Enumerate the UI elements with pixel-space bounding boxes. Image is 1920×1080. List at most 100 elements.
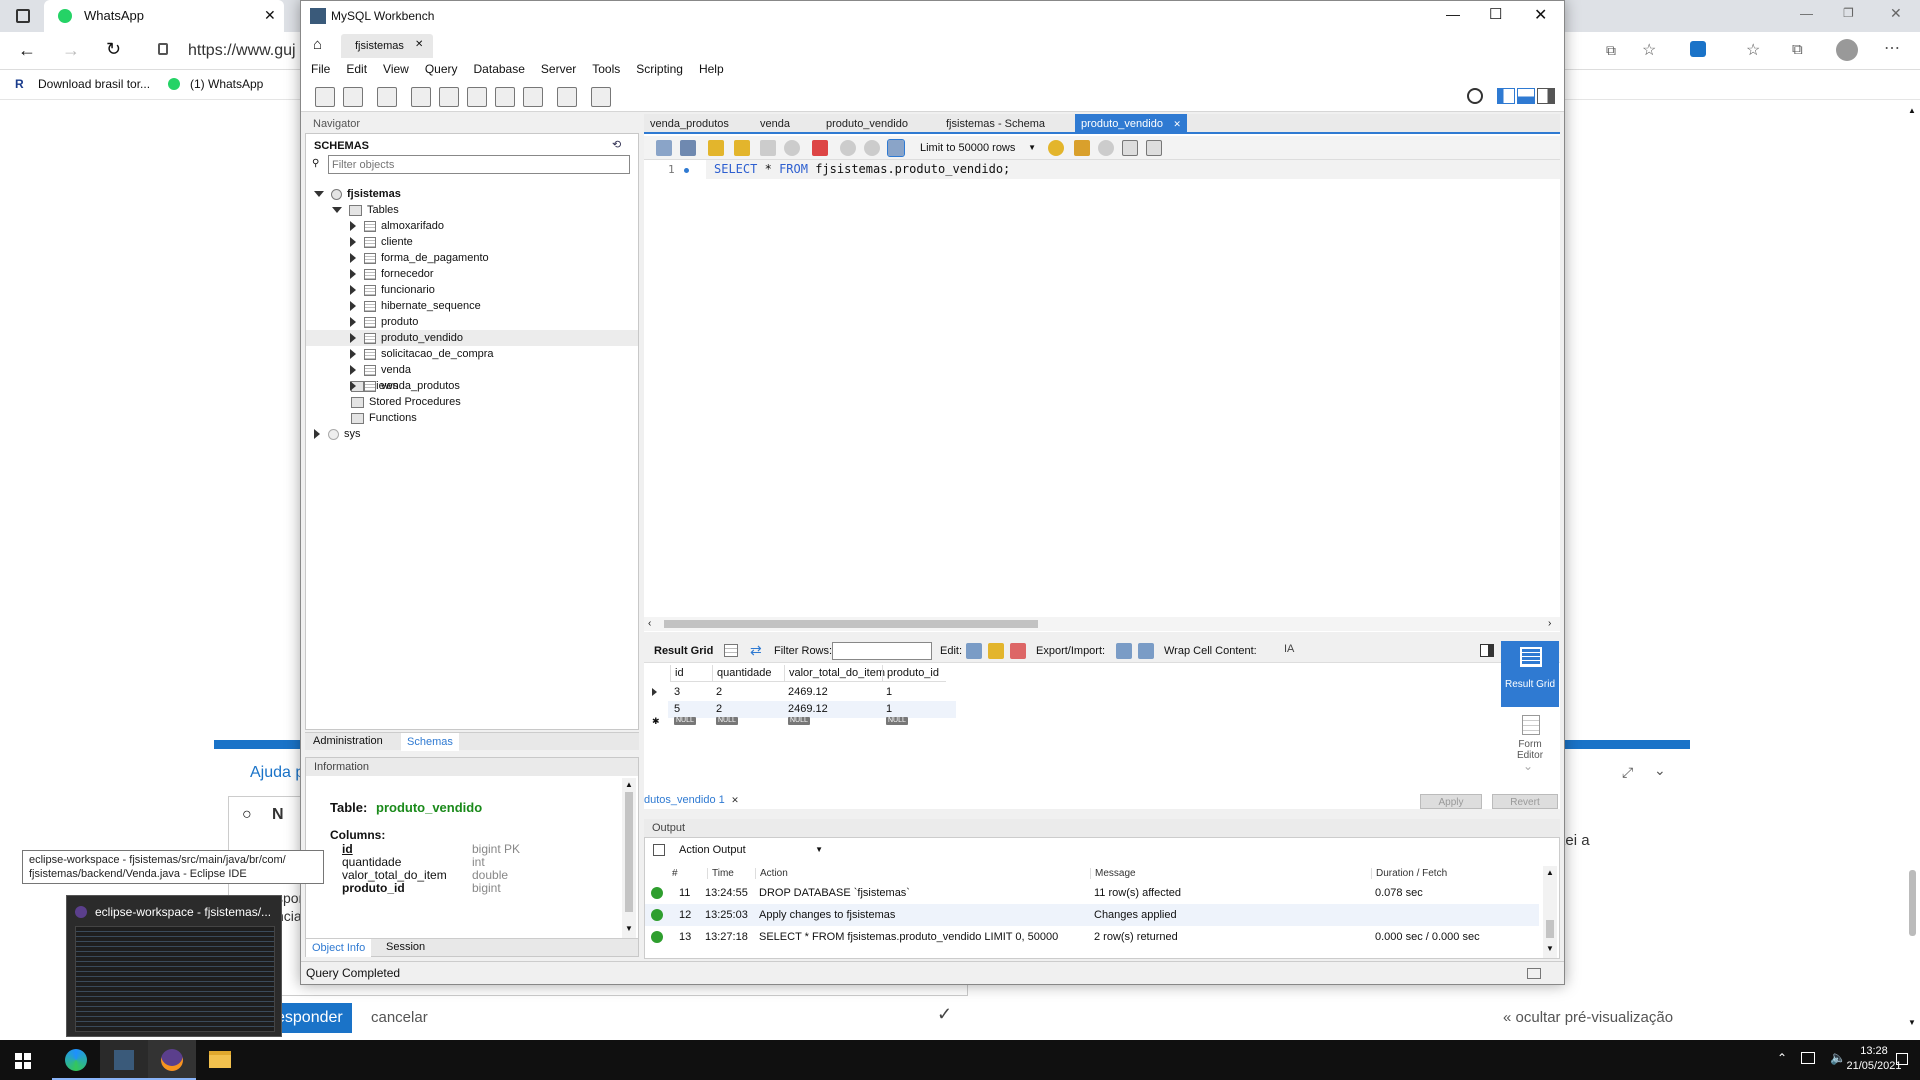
scroll-up-icon[interactable]: ▲ — [1546, 868, 1554, 877]
open-file-icon[interactable] — [656, 140, 672, 156]
toggle-sidebar-icon[interactable] — [1497, 88, 1515, 104]
filter-rows-input[interactable] — [832, 642, 932, 660]
back-icon[interactable]: ← — [18, 40, 36, 61]
grid-col-header[interactable]: id — [670, 665, 712, 682]
editor-tab[interactable]: venda_produtos — [644, 114, 735, 134]
chevron-down-icon[interactable] — [332, 207, 342, 214]
grid-col-header[interactable]: valor_total_do_item — [784, 665, 885, 682]
tab-schemas[interactable]: Schemas — [401, 733, 459, 751]
more-icon[interactable]: ⋯ — [1884, 38, 1900, 58]
menu-tools[interactable]: Tools — [584, 58, 628, 80]
grid-cell[interactable]: 2469.12 — [784, 684, 882, 701]
output-scrollbar[interactable]: ▲ ▼ — [1543, 866, 1557, 958]
refresh-icon[interactable]: ⇄ — [750, 642, 762, 659]
notifications-icon[interactable] — [1896, 1053, 1908, 1065]
output-row[interactable]: 11 13:24:55 DROP DATABASE `fjsistemas` 11 r… — [645, 882, 1539, 904]
close-icon[interactable]: ✕ — [731, 791, 739, 809]
toggle-output-icon[interactable] — [1517, 88, 1535, 104]
scroll-up-icon[interactable]: ▲ — [1908, 106, 1916, 115]
null-badge[interactable]: NULL — [674, 717, 696, 725]
share-icon[interactable]: ⧉ — [1606, 42, 1616, 59]
menu-view[interactable]: View — [375, 58, 417, 80]
info-scrollbar[interactable]: ▲ ▼ — [622, 778, 636, 938]
chevron-down-icon[interactable]: ⌄ — [1523, 759, 1533, 773]
menu-scripting[interactable]: Scripting — [628, 58, 691, 80]
window-close-icon[interactable]: ✕ — [1890, 5, 1902, 22]
scroll-down-icon[interactable]: ▼ — [1546, 944, 1554, 953]
grid-col-header[interactable]: quantidade — [712, 665, 784, 682]
add-snippet-icon[interactable] — [1048, 140, 1064, 156]
search-table-data-icon[interactable] — [557, 87, 577, 107]
close-icon[interactable]: ✕ — [264, 7, 276, 24]
grid-cell[interactable]: 1 — [882, 701, 946, 718]
tab-object-info[interactable]: Object Info — [306, 939, 372, 957]
chevron-right-icon[interactable] — [350, 237, 356, 248]
grid-cell[interactable]: 1 — [882, 684, 946, 701]
close-icon[interactable]: ✕ — [415, 39, 423, 50]
translate-icon[interactable] — [1690, 41, 1706, 57]
save-icon[interactable] — [680, 140, 696, 156]
hide-preview-link[interactable]: « ocultar pré-visualização — [1503, 1009, 1673, 1026]
chevron-down-icon[interactable] — [314, 191, 324, 198]
chevron-right-icon[interactable] — [350, 269, 356, 280]
scroll-right-icon[interactable]: › — [1548, 618, 1551, 629]
open-sql-script-icon[interactable] — [343, 87, 363, 107]
taskbar-preview[interactable]: eclipse-workspace - fjsistemas/... — [66, 895, 282, 1037]
result-grid-label[interactable]: Result Grid — [654, 645, 713, 657]
form-editor-side-button[interactable]: Form Editor ⌄ — [1501, 713, 1559, 773]
copy-icon[interactable] — [653, 844, 665, 856]
taskbar-eclipse[interactable] — [148, 1040, 196, 1080]
table-item-cliente[interactable]: cliente — [306, 234, 638, 250]
create-schema-icon[interactable] — [411, 87, 431, 107]
table-item-almoxarifado[interactable]: almoxarifado — [306, 218, 638, 234]
scroll-thumb[interactable] — [625, 792, 633, 912]
scroll-thumb[interactable] — [1546, 920, 1554, 938]
explain-icon[interactable] — [760, 140, 776, 156]
table-item-fornecedor[interactable]: fornecedor — [306, 266, 638, 282]
reconnect-icon[interactable] — [591, 87, 611, 107]
output-row[interactable]: 13 13:27:18 SELECT * FROM fjsistemas.produ… — [645, 926, 1539, 948]
chevron-right-icon[interactable] — [350, 365, 356, 376]
action-output-select[interactable]: Action Output ▼ — [675, 841, 825, 859]
chevron-right-icon[interactable] — [314, 429, 320, 440]
sql-code-editor[interactable]: 1 SELECT * FROM fjsistemas.produto_vendi… — [644, 160, 1560, 620]
tab-administration[interactable]: Administration — [313, 735, 383, 747]
favorites-icon[interactable]: ☆ — [1746, 40, 1760, 60]
revert-button[interactable]: Revert — [1492, 794, 1558, 809]
table-item-funcionario[interactable]: funcionario — [306, 282, 638, 298]
refresh-icon[interactable]: ⟲ — [612, 138, 621, 151]
table-item-venda[interactable]: venda — [306, 362, 638, 378]
scroll-down-icon[interactable]: ▼ — [1908, 1018, 1916, 1027]
table-item-produto-vendido[interactable]: produto_vendido — [306, 330, 638, 346]
stored-procedures-node[interactable]: Stored Procedures — [351, 394, 461, 410]
browser-menu-icon[interactable] — [16, 9, 30, 23]
bookmark-whatsapp[interactable]: (1) WhatsApp — [190, 77, 263, 91]
home-icon[interactable]: ⌂ — [313, 36, 322, 53]
grid-cell[interactable]: 2 — [712, 684, 784, 701]
grid-col-header[interactable]: produto_id — [882, 665, 946, 682]
editor-tab[interactable]: fjsistemas - Schema — [940, 114, 1051, 134]
browser-tab-whatsapp[interactable]: WhatsApp ✕ — [44, 0, 284, 32]
edit-row-icon[interactable] — [966, 643, 982, 659]
toggle-error-icon[interactable] — [812, 140, 828, 156]
editor-tab-active[interactable]: produto_vendido ✕ — [1075, 114, 1187, 134]
forward-icon[interactable]: → — [62, 40, 80, 61]
chevron-down-icon[interactable]: ⌄ — [1654, 762, 1666, 779]
windows-start-icon[interactable] — [15, 1053, 31, 1069]
insert-row-icon[interactable] — [988, 643, 1004, 659]
rollback-icon[interactable] — [864, 140, 880, 156]
null-badge[interactable]: NULL — [716, 717, 738, 725]
null-badge[interactable]: NULL — [886, 717, 908, 725]
grid-cell[interactable]: 2 — [712, 701, 784, 718]
grid-cell[interactable]: 5 — [670, 701, 712, 718]
scroll-left-icon[interactable]: ‹ — [648, 618, 651, 629]
profile-avatar[interactable] — [1836, 39, 1858, 61]
export-icon[interactable] — [1116, 643, 1132, 659]
url-field[interactable]: https://www.guj — [188, 42, 296, 60]
editor-bold-letter[interactable]: N — [272, 806, 284, 824]
chevron-right-icon[interactable] — [350, 221, 356, 232]
connection-tab[interactable]: fjsistemas ✕ — [341, 34, 433, 58]
collections-icon[interactable]: ⧉ — [1792, 41, 1803, 58]
menu-help[interactable]: Help — [691, 58, 732, 80]
toggle-panel-icon[interactable] — [1480, 644, 1494, 657]
